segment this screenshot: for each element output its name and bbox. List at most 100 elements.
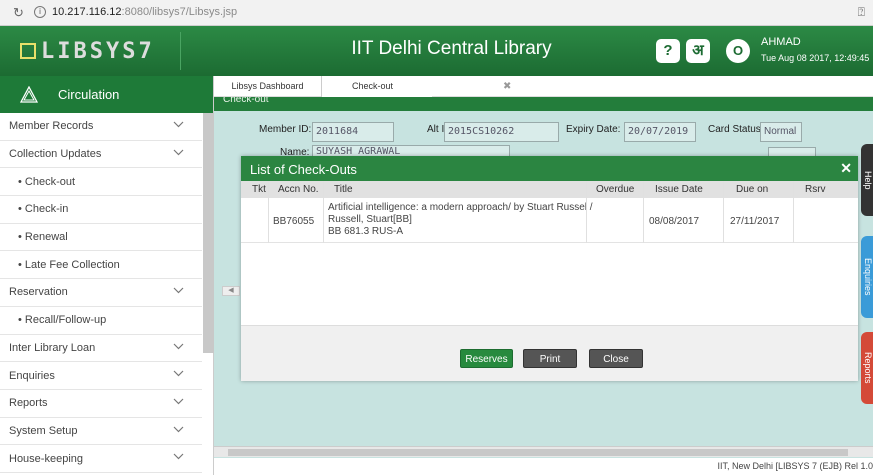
card-status-field[interactable]: Normal [760,122,802,142]
chevron-down-icon[interactable] [173,425,184,436]
tab-check-out[interactable]: Check-out ✖ [322,76,511,97]
sidebar-item-label: • Recall/Follow-up [18,314,107,327]
sidebar-item-label: Reservation [9,286,68,299]
language-icon[interactable]: अ [686,39,710,63]
column-header-title: Title [334,184,353,195]
column-header-tkt: Tkt [252,184,266,195]
sidebar-item-label: • Renewal [18,231,68,244]
tab-libsys-dashboard[interactable]: Libsys Dashboard [214,76,322,97]
tab-close-icon[interactable]: ✖ [503,81,511,92]
user-name: AHMAD [761,36,801,48]
table-row[interactable]: BB76055 Artificial intelligence: a moder… [241,198,858,243]
sidebar-item[interactable]: Enquiries [0,362,202,390]
chevron-down-icon[interactable] [173,397,184,408]
cell-title-line3: BB 681.3 RUS-A [328,226,404,237]
sidebar-item[interactable]: • Check-out [0,168,202,197]
column-divider [723,181,724,243]
sidebar-item-label: System Setup [9,424,78,437]
alt-id-field[interactable]: 2015CS10262 [444,122,559,142]
sidebar-item-label: Collection Updates [9,148,102,161]
footer-text: IIT, New Delhi [LIBSYS 7 (EJB) Rel 1.0 [214,458,873,475]
checkouts-modal: List of Check-Outs ✕ Tkt Accn No. Title … [241,156,858,381]
sidebar-item-label: • Late Fee Collection [18,258,120,271]
side-tab-reports[interactable]: Reports [861,332,873,404]
sidebar-item[interactable]: • Check-in [0,196,202,224]
column-header-due-on: Due on [736,184,769,195]
url-text[interactable]: 10.217.116.12:8080/libsys7/Libsys.jsp [52,6,237,18]
sidebar-title[interactable]: Circulation [0,76,213,113]
sidebar-item-label: • Check-out [18,175,76,188]
sidebar-item[interactable]: System Setup [0,418,202,446]
sidebar-item-label: House-keeping [9,452,83,465]
chevron-down-icon[interactable] [173,120,184,131]
current-datetime: Tue Aug 08 2017, 12:49:45 [761,53,870,63]
column-header-accn: Accn No. [278,184,319,195]
sidebar-item[interactable]: Inter Library Loan [0,335,202,363]
modal-header: List of Check-Outs ✕ [241,156,858,181]
browser-address-bar: ↻ i 10.217.116.12:8080/libsys7/Libsys.js… [0,0,873,26]
side-tab-enquiries[interactable]: Enquiries [861,236,873,318]
sidebar-scrollbar[interactable] [203,113,214,353]
close-button[interactable]: Close [589,349,643,368]
url-host: 10.217.116.12 [52,6,122,18]
cell-accn: BB76055 [273,216,315,227]
side-tab-help[interactable]: Help [861,144,873,216]
tab-check-out-label: Check-out [352,81,394,91]
sidebar-menu: Member Records Collection Updates • Check-… [0,113,213,473]
circulation-icon [20,85,38,104]
sidebar-item-label: Reports [9,397,48,410]
sidebar-item-label: • Check-in [18,203,69,216]
sidebar-item-label: Inter Library Loan [9,341,96,354]
modal-title: List of Check-Outs [250,162,357,177]
sidebar-item-label: Member Records [9,120,94,133]
chevron-down-icon[interactable] [173,452,184,463]
sidebar-item[interactable]: Reports [0,390,202,418]
expiry-date-field[interactable]: 20/07/2019 [624,122,696,142]
cell-issue-date: 08/08/2017 [649,216,700,227]
card-status-label: Card Status [708,124,761,135]
sidebar-item[interactable]: • Late Fee Collection [0,251,202,280]
sidebar-title-label: Circulation [58,87,120,102]
chevron-down-icon[interactable] [173,148,184,159]
panel-title: Check-out [223,97,269,105]
modal-close-icon[interactable]: ✕ [840,160,852,177]
sidebar-item-label: Enquiries [9,369,55,382]
column-header-rsrv: Rsrv [805,184,826,195]
cell-due-on: 27/11/2017 [730,216,780,227]
reserves-button[interactable]: Reserves [460,349,513,368]
chevron-down-icon[interactable] [173,369,184,380]
panel-title-bar: Check-out [214,97,873,111]
horizontal-scroll-thumb[interactable] [228,449,848,456]
extension-icon[interactable]: ⍰ [858,5,865,20]
reload-icon[interactable]: ↻ [13,5,24,21]
sidebar-item[interactable]: Reservation [0,279,202,307]
info-icon[interactable]: i [34,6,46,18]
print-button[interactable]: Print [523,349,577,368]
modal-footer: Reserves Print Close [241,325,858,381]
user-avatar-icon[interactable]: O [726,39,750,63]
column-divider [323,181,324,243]
sidebar-item[interactable]: House-keeping [0,445,202,473]
member-id-label: Member ID: [259,124,312,135]
sidebar-item[interactable]: • Recall/Follow-up [0,307,202,335]
url-path: :8080/libsys7/Libsys.jsp [121,6,238,18]
column-header-overdue: Overdue [596,184,635,195]
column-divider [586,181,587,243]
sidebar-item[interactable]: • Renewal [0,224,202,252]
chevron-down-icon[interactable] [173,342,184,353]
cell-title-line1: Artificial intelligence: a modern approa… [328,202,593,213]
scroll-left-icon[interactable]: ◀ [222,286,240,296]
sidebar: Circulation Member Records Collection Upd… [0,76,214,475]
help-icon[interactable]: ? [656,39,680,63]
expiry-date-label: Expiry Date: [566,124,621,135]
sidebar-item[interactable]: Collection Updates [0,141,202,169]
horizontal-scrollbar[interactable] [214,446,873,457]
column-header-issue-date: Issue Date [655,184,703,195]
column-divider [268,181,269,243]
sidebar-item[interactable]: Member Records [0,113,202,141]
tab-bar: Libsys Dashboard Check-out ✖ [214,76,873,97]
cell-title-line2: Russell, Stuart[BB] [328,214,412,225]
chevron-down-icon[interactable] [173,286,184,297]
member-id-field[interactable]: 2011684 [312,122,394,142]
app-header: LIBSYS7 IIT Delhi Central Library ? अ O … [0,26,873,76]
